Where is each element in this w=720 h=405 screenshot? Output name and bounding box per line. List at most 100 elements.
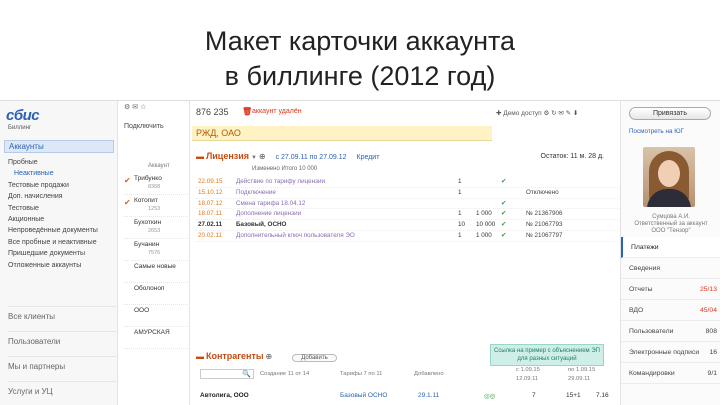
list-item[interactable]: Бухоткин 2653	[124, 217, 190, 239]
account-list: ✔ Трибунко 8368 ✔ Котопит 1253 Бухоткин 2653 Буч…	[124, 173, 190, 349]
sidebar-item[interactable]: Пришедшие документы	[8, 248, 116, 259]
manager-photo	[643, 147, 695, 207]
table-row[interactable]: 18.07.12 Смена тарифа 18.04.12 ✔	[196, 199, 620, 210]
license-quantity: 1	[458, 178, 462, 185]
sidebar-item[interactable]: Неактивные	[8, 168, 116, 179]
contractor-added: 29.1.11	[418, 392, 440, 399]
sidebar-group[interactable]: Мы и партнеры	[8, 356, 116, 376]
license-doc-number[interactable]: Отключено	[526, 189, 586, 196]
table-row[interactable]: 22.09.15 Действие по тарифу лицензии 1 ✔	[196, 177, 620, 188]
app-name: Биллинг	[8, 125, 32, 131]
contractor-value-1: 7	[532, 392, 536, 399]
right-menu-item[interactable]: Отчеты 25/13	[621, 279, 720, 300]
right-menu-label: Отчеты	[629, 286, 653, 293]
callout-note: Ссылка на пример с объяснением ЭП для ра…	[490, 344, 604, 366]
license-description[interactable]: Смена тарифа 18.04.12	[236, 200, 454, 207]
contractor-name[interactable]: Автолига, ООО	[200, 392, 249, 399]
col-created: Создание 11 от 14	[260, 371, 310, 377]
attach-button[interactable]: Привязать	[629, 107, 711, 120]
table-row[interactable]: 20.02.11 Дополнительный ключ пользователя…	[196, 231, 620, 242]
license-description[interactable]: Базовый, ОСНО	[236, 221, 454, 228]
license-doc-number[interactable]: № 21067793	[526, 221, 586, 228]
license-doc-number[interactable]: № 21067797	[526, 232, 586, 239]
list-item[interactable]: ✔ Трибунко 8368	[124, 173, 190, 195]
license-description[interactable]: Дополнительный ключ пользователя ЭО	[236, 232, 454, 239]
check-icon[interactable]: ✔	[124, 176, 131, 185]
add-contractor-button[interactable]: Добавить	[292, 354, 337, 362]
list-item[interactable]: Самые новые	[124, 261, 190, 283]
contractors-header: ▬ Контрагенты ⊕ Добавить	[196, 351, 486, 363]
table-row[interactable]: 15.10.12 Подключение 1 Отключено	[196, 188, 620, 199]
contractors-table-header: 🔍 Создание 11 от 14 Тарифы 7 по 11 Добав…	[196, 367, 616, 385]
right-menu-item[interactable]: Электронные подписи 16	[621, 342, 720, 363]
top-actions[interactable]: ✚ Демо доступ ⚙ ↻ ✉ ✎ ⬇	[496, 109, 578, 117]
sidebar-item[interactable]: Отложенные аккаунты	[8, 260, 116, 271]
search-icon[interactable]: 🔍	[242, 370, 251, 378]
list-item[interactable]: Бучанин 7576	[124, 239, 190, 261]
license-period-link[interactable]: с 27.09.11 по 27.09.12	[276, 154, 347, 161]
right-menu-label: Пользователи	[629, 328, 674, 335]
license-doc-number[interactable]: № 21367906	[526, 210, 586, 217]
subscribe-link[interactable]: Подключить	[124, 123, 164, 130]
license-description[interactable]: Подключение	[236, 189, 454, 196]
license-quantity: 10	[458, 221, 466, 229]
sidebar-item[interactable]: Тестовые продажи	[8, 180, 116, 191]
license-quantity: 1	[458, 188, 462, 196]
right-menu-item[interactable]: Пользователи 808	[621, 321, 720, 342]
license-date: 15.10.12	[198, 188, 223, 196]
collapse-icon[interactable]: ▬	[196, 352, 204, 361]
account-deleted-label: аккаунт удалён	[252, 108, 302, 115]
sidebar-section-accounts[interactable]: Аккаунты	[4, 140, 114, 153]
sidebar-group[interactable]: Все клиенты	[8, 306, 116, 326]
check-icon[interactable]: ✔	[124, 198, 131, 207]
organization-name[interactable]: РЖД, ОАО	[196, 128, 241, 138]
list-toolbar-icons[interactable]: ⚙ ✉ ☆	[124, 103, 146, 111]
col-date-2: по 1.09.15	[568, 367, 596, 373]
sidebar-item[interactable]: Непроведённые документы	[8, 225, 116, 236]
sidebar-item[interactable]: Акционные	[8, 214, 116, 225]
table-row[interactable]: 18.07.11 Дополнение лицензии 1 1 000 ✔ № 2136…	[196, 209, 620, 221]
sidebar-group[interactable]: Пользователи	[8, 331, 116, 351]
sidebar-item[interactable]: Тестовые	[8, 203, 116, 214]
account-name: Котопит	[134, 197, 158, 204]
table-row[interactable]: Автолига, ООО Базовый ОСНО 29.1.11 ◎◎ 7 …	[196, 391, 616, 403]
credit-link[interactable]: Кредит	[357, 154, 380, 161]
right-menu-count: 808	[705, 328, 717, 335]
list-item[interactable]: ООО	[124, 305, 190, 327]
table-row[interactable]: 27.02.11 Базовый, ОСНО 10 10 000 ✔ № 21067793	[196, 220, 620, 231]
col-date-4: 29.09.11	[568, 376, 591, 382]
license-date: 27.02.11	[198, 221, 223, 229]
trash-icon: 🗑	[242, 107, 253, 116]
list-item[interactable]: ✔ Котопит 1253	[124, 195, 190, 217]
contractors-title: Контрагенты	[205, 351, 264, 361]
chevron-down-icon[interactable]: ▼	[251, 155, 257, 161]
add-contractor-icon[interactable]: ⊕	[266, 352, 273, 361]
license-quantity: 1	[458, 210, 462, 218]
sidebar-item[interactable]: Все пробные и неактивные	[8, 237, 116, 248]
collapse-icon[interactable]: ▬	[196, 152, 204, 161]
sidebar-item[interactable]: Доп. начисления	[8, 191, 116, 202]
billing-screenshot: сбис Биллинг Аккаунты Пробные Неактивные Т…	[0, 100, 720, 405]
license-description[interactable]: Действие по тарифу лицензии	[236, 178, 454, 185]
list-item[interactable]: АМУРСКАЯ	[124, 327, 190, 349]
check-icon: ✔	[501, 210, 507, 218]
add-license-icon[interactable]: ⊕	[259, 152, 266, 161]
contractor-tariff[interactable]: Базовый ОСНО	[340, 392, 387, 399]
account-number: 1253	[148, 206, 161, 212]
col-tariff: Тарифы 7 по 11	[340, 371, 383, 377]
right-menu-label: Платежи	[631, 244, 659, 251]
account-name: ООО	[134, 307, 150, 314]
check-icon: ✔	[501, 199, 507, 207]
right-menu-item[interactable]: Платежи	[621, 237, 720, 258]
sidebar-group[interactable]: Услуги и УЦ	[8, 381, 116, 401]
right-menu-item[interactable]: Сведения	[621, 258, 720, 279]
license-table-header: Изменено Итого 10 000	[252, 166, 318, 172]
right-menu-label: Электронные подписи	[629, 349, 700, 356]
list-item[interactable]: Оболоноп	[124, 283, 190, 305]
sidebar-item[interactable]: Пробные	[8, 157, 116, 168]
right-menu-item[interactable]: ВДО 45/04	[621, 300, 720, 321]
license-description[interactable]: Дополнение лицензии	[236, 210, 454, 217]
view-link[interactable]: Посмотреть на ЮГ	[629, 128, 717, 135]
right-menu-item[interactable]: Командировки 9/1	[621, 363, 720, 384]
account-name: Бухоткин	[134, 219, 162, 226]
